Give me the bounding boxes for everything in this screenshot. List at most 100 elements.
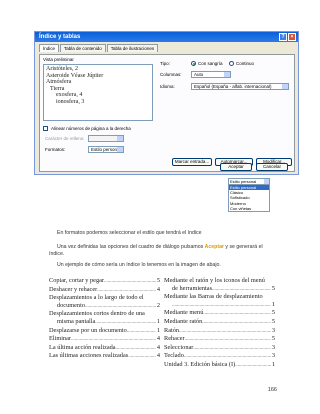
cancelar-button[interactable]: Cancelar xyxy=(256,163,288,171)
tab-tabla-contenido[interactable]: Tabla de contenido xyxy=(60,44,106,52)
index-leader-dots xyxy=(179,327,271,336)
index-leader-dots xyxy=(203,309,271,318)
index-leader-dots xyxy=(85,302,156,311)
index-entry-text: Deshacer y rehacer xyxy=(49,285,98,293)
index-page-number: 3 xyxy=(271,352,275,360)
index-page-number: 1 xyxy=(156,326,160,334)
index-page-number: 4 xyxy=(156,343,160,351)
tipo-option-continuo: Continuo xyxy=(236,61,255,66)
preview-box: Aristóteles, 2 Asteroide Véase Júpiter A… xyxy=(43,64,153,121)
index-tab-panel: Vista preliminar Aristóteles, 2 Asteroid… xyxy=(39,54,295,172)
columnas-label: Columnas: xyxy=(160,72,182,77)
tipo-label: Tipo: xyxy=(160,61,170,66)
index-page-number: 3 xyxy=(271,343,275,351)
index-entry-text: Unidad 3. Edición básica (I) xyxy=(164,360,236,368)
index-entry: misma pantalla 1 xyxy=(49,318,160,327)
align-label: Alinear números de página a la derecha xyxy=(51,126,131,131)
index-entry-text: Copiar, cortar y pegar xyxy=(49,277,104,284)
dropdown-selected[interactable]: Estilo personal xyxy=(229,179,269,185)
index-entry-text: documento xyxy=(57,301,85,309)
index-entry: Las últimas acciones realizadas 4 xyxy=(49,352,160,361)
close-icon[interactable]: × xyxy=(288,33,296,41)
dialog-titlebar: Índice y tablas ? × xyxy=(35,32,298,42)
index-page-number: 1 xyxy=(271,360,275,368)
formatos-select[interactable]: Estilo personal xyxy=(88,146,124,153)
index-entry-text: Mediante las Barras de desplazamiento xyxy=(164,293,263,301)
help-button[interactable]: ? xyxy=(279,33,287,41)
idioma-label: Idioma: xyxy=(160,84,175,89)
index-entry-text: Mediante ratón xyxy=(164,317,203,325)
index-entry-text: Ratón xyxy=(164,326,180,334)
paragraph-formatos: En formatos podemos seleccionar el estil… xyxy=(57,230,202,236)
index-page-number: 5 xyxy=(271,335,275,343)
index-entry: Deshacer y rehacer 4 xyxy=(49,286,160,295)
aceptar-highlight: Aceptar xyxy=(204,244,224,250)
paragraph-text: y se generará el xyxy=(223,244,263,250)
index-page-number: 1 xyxy=(156,317,160,325)
paragraph-indice: índice. xyxy=(49,251,65,257)
index-leader-dots xyxy=(128,352,156,361)
index-entry-text: Eliminar xyxy=(49,335,72,343)
relleno-label: Carácter de relleno: xyxy=(45,136,85,141)
index-page-number: 1 xyxy=(271,300,275,308)
index-leader-dots xyxy=(184,352,271,361)
paragraph-ejemplo: Un ejemplo de cómo sería un índice lo te… xyxy=(57,262,221,268)
index-entry-text: Mediante menú xyxy=(164,309,204,317)
index-entry: de herramientas 5 xyxy=(164,285,275,294)
index-column-left: Copiar, cortar y pegar 5 Deshacer y rehace… xyxy=(49,277,160,361)
index-leader-dots xyxy=(95,318,156,327)
index-dialog: Índice y tablas ? × Índice Tabla de cont… xyxy=(34,31,299,175)
index-entry-text: Seleccionar xyxy=(164,343,194,351)
aceptar-button[interactable]: Aceptar xyxy=(220,163,252,171)
index-entry-text: Desplazamientos a lo largo de todo el xyxy=(49,294,144,302)
index-entry-text: Las últimas acciones realizadas xyxy=(49,352,129,360)
relleno-select[interactable] xyxy=(88,135,124,142)
index-leader-dots xyxy=(127,327,156,336)
paragraph-aceptar: Una vez definidas las opciones del cuadr… xyxy=(57,244,263,250)
align-checkbox[interactable] xyxy=(43,126,48,131)
index-entry: La última acción realizada 4 xyxy=(49,344,160,353)
tab-indice[interactable]: Índice xyxy=(39,44,60,52)
index-leader-dots xyxy=(202,318,271,327)
index-page-number: 5 xyxy=(271,284,275,292)
index-entry-text: Rehacer xyxy=(164,335,185,343)
index-page-number: 3 xyxy=(271,326,275,334)
formatos-dropdown-list: Estilo personal Estilo personal Clásico … xyxy=(228,178,270,212)
index-leader-dots xyxy=(185,335,271,344)
index-page-number: 5 xyxy=(156,277,160,284)
index-entry: Unidad 3. Edición básica (I) 1 xyxy=(164,361,275,370)
tab-tabla-ilustraciones[interactable]: Tabla de ilustraciones xyxy=(106,44,159,52)
index-entry-text: Desplazarse por un documento xyxy=(49,326,127,334)
index-entry: 1 xyxy=(164,301,275,310)
marcar-entrada-button[interactable]: Marcar entrada... xyxy=(172,158,212,166)
index-entry-text: Desplazamientos cortos dentro de una xyxy=(49,310,145,318)
formatos-label: Formatos: xyxy=(45,147,66,152)
index-entry: Eliminar 4 xyxy=(49,335,160,344)
index-column-right: Mediante el ratón y los iconos del menú d… xyxy=(164,277,275,370)
index-entry-text: La última acción realizada xyxy=(49,343,116,351)
index-leader-dots xyxy=(104,277,156,286)
index-leader-dots xyxy=(212,285,271,294)
index-leader-dots xyxy=(97,286,156,295)
index-entry-text: misma pantalla xyxy=(57,317,96,325)
index-entry: Desplazarse por un documento 1 xyxy=(49,327,160,336)
preview-line: ionosfera, 3 xyxy=(56,98,85,105)
index-leader-dots xyxy=(71,335,156,344)
dialog-tabs: Índice Tabla de contenido Tabla de ilust… xyxy=(35,42,298,52)
index-entry-text: Mediante el ratón y los iconos del menú xyxy=(164,277,265,284)
index-entry: Seleccionar 3 xyxy=(164,344,275,353)
tipo-option-sangria: Con sangría xyxy=(198,61,223,66)
index-leader-dots xyxy=(235,361,271,370)
page-number: 166 xyxy=(267,387,277,393)
dropdown-item[interactable]: Con viñetas xyxy=(229,206,269,211)
index-entry: Mediante el ratón y los iconos del menú xyxy=(164,277,275,285)
index-leader-dots xyxy=(116,344,156,353)
tipo-radio-continuo[interactable] xyxy=(229,61,234,66)
idioma-select[interactable]: Español (España - alfab. internacional) xyxy=(191,83,289,90)
index-entry: Mediante las Barras de desplazamiento xyxy=(164,293,275,301)
index-leader-dots xyxy=(193,344,270,353)
index-entry-text: Teclado xyxy=(164,352,184,360)
columnas-select[interactable]: Auto xyxy=(191,71,231,78)
index-entry: documento 2 xyxy=(49,302,160,311)
tipo-radio-sangria[interactable] xyxy=(191,61,196,66)
